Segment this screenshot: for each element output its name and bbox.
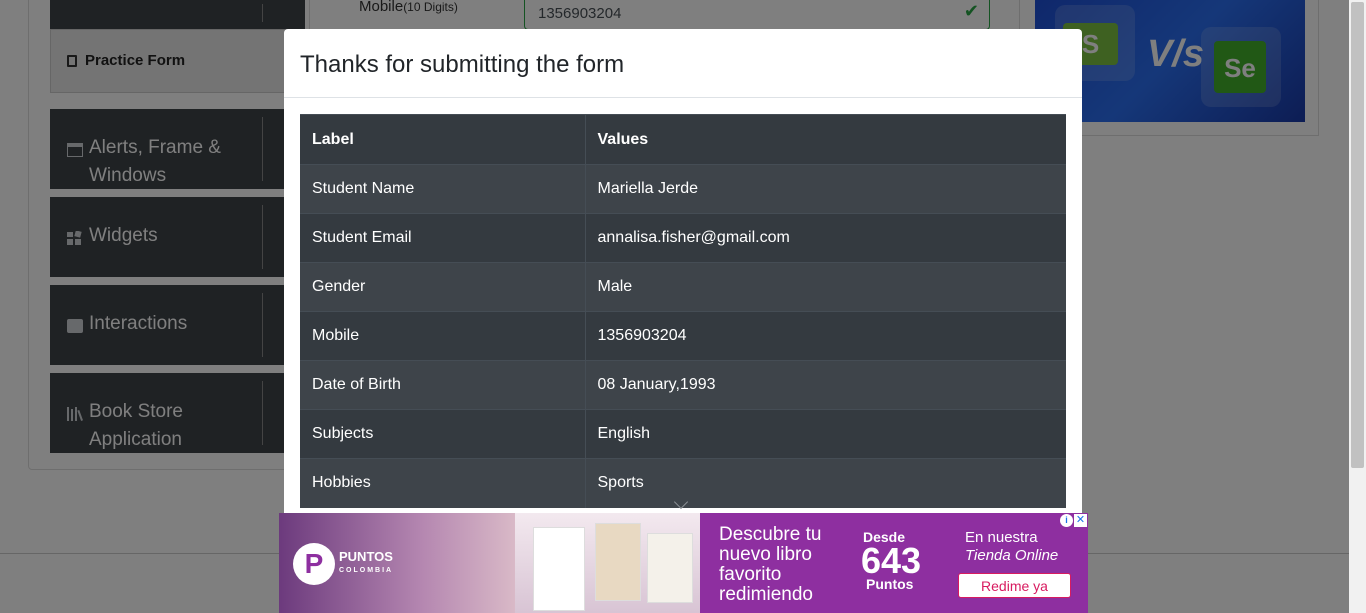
row-value: Male (585, 262, 1066, 312)
row-value: 08 January,1993 (585, 360, 1066, 410)
table-row: Date of Birth 08 January,1993 (300, 360, 1066, 410)
modal-title: Thanks for submitting the form (300, 51, 625, 78)
row-label: Student Name (300, 164, 586, 214)
ad-info-icon[interactable]: i (1060, 514, 1073, 527)
advertisement-banner[interactable]: P PUNTOS COLOMBIA Descubre tu nuevo libr… (279, 513, 1088, 613)
table-row: Student Email annalisa.fisher@gmail.com (300, 213, 1066, 263)
row-label: Hobbies (300, 458, 586, 508)
product-box-icon (533, 527, 585, 611)
ad-brand: PUNTOS COLOMBIA (339, 550, 393, 578)
ad-store-line2: Tienda Online (965, 547, 1059, 564)
table-row: Subjects English (300, 409, 1066, 459)
redeem-button[interactable]: Redime ya (958, 573, 1071, 598)
ad-points-value: 643 (861, 540, 922, 581)
modal-header: Thanks for submitting the form (284, 29, 1082, 98)
row-label: Mobile (300, 311, 586, 361)
row-label: Date of Birth (300, 360, 586, 410)
table-row: Mobile 1356903204 (300, 311, 1066, 361)
product-book-icon (595, 523, 641, 601)
ad-headline: Descubre tu nuevo libro favorito redimie… (719, 524, 822, 605)
row-value: Mariella Jerde (585, 164, 1066, 214)
row-label: Gender (300, 262, 586, 312)
ad-store-text: En nuestra Tienda Online (965, 529, 1058, 565)
submission-modal: Thanks for submitting the form Label Val… (284, 29, 1082, 529)
ad-points-label: Puntos (866, 576, 914, 592)
ad-close-icon[interactable]: ✕ (1074, 514, 1087, 527)
ad-brand-name: PUNTOS (339, 549, 393, 564)
row-label: Student Email (300, 213, 586, 263)
table-header-row: Label Values (300, 114, 1066, 165)
row-value: 1356903204 (585, 311, 1066, 361)
column-header-values: Values (585, 114, 1066, 165)
row-value: Sports (585, 458, 1066, 508)
ad-products-image (515, 513, 700, 613)
ad-brand-sub: COLOMBIA (339, 567, 394, 574)
column-header-label: Label (300, 114, 586, 165)
product-book-icon (647, 533, 693, 603)
table-row: Gender Male (300, 262, 1066, 312)
results-table: Label Values Student Name Mariella Jerde … (300, 114, 1066, 508)
row-value: annalisa.fisher@gmail.com (585, 213, 1066, 263)
ad-store-line1: En nuestra (965, 529, 1038, 546)
row-value: English (585, 409, 1066, 459)
scrollbar-thumb[interactable] (1351, 2, 1364, 468)
row-label: Subjects (300, 409, 586, 459)
table-row: Student Name Mariella Jerde (300, 164, 1066, 214)
puntos-logo-icon: P (293, 543, 335, 585)
